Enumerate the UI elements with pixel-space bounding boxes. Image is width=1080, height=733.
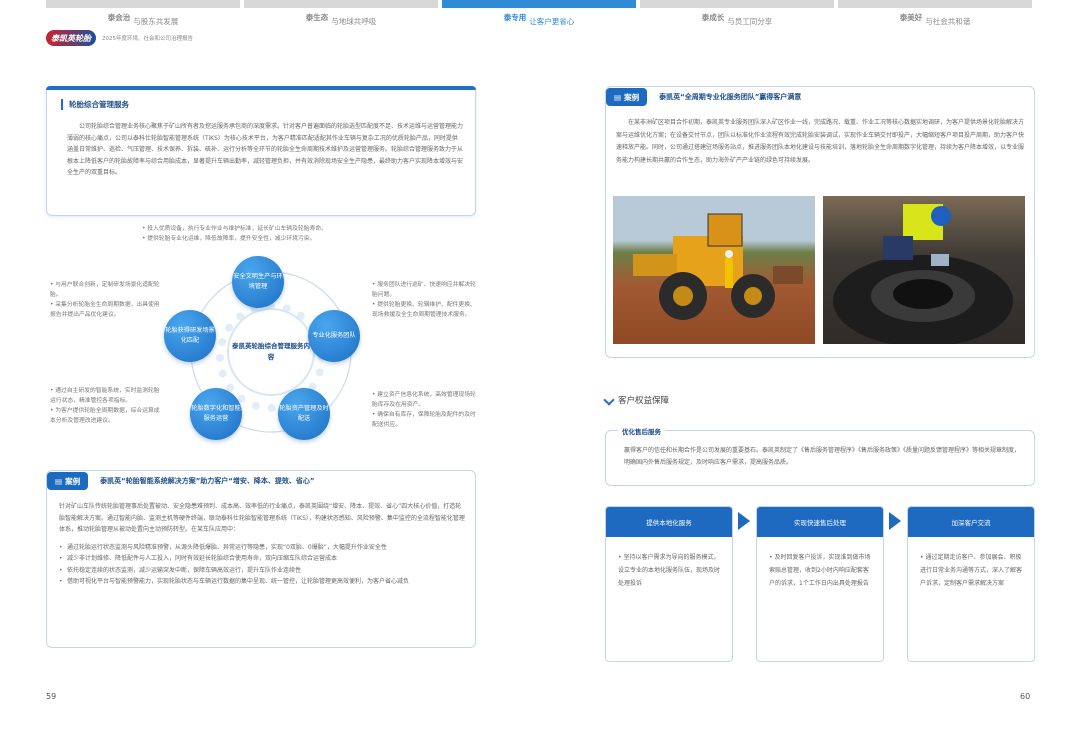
case-icon: ▤ <box>614 92 622 102</box>
page-number-right: 60 <box>1020 692 1031 701</box>
tab-text: 与股东共发展 <box>133 16 179 26</box>
case-body: 在某非洲矿区项目合作初期，泰凯英专业服务团队深入矿区作业一线，完成路况、载重、作… <box>616 119 1025 164</box>
tab-growth[interactable]: 泰成长 与员工同分享 <box>640 0 834 26</box>
page-number-left: 59 <box>46 692 57 701</box>
after-sales-box: 优化售后服务 赢得客户的信任和长期合作是公司发展的重要基石。泰凯英制定了《售后服… <box>605 426 1035 486</box>
tab-label: 泰美好 <box>899 12 923 22</box>
chevron-icon <box>603 394 615 406</box>
arrow-right-icon <box>889 512 901 530</box>
chapter-nav: 泰会治 与股东共发展 泰生态 与地球共呼吸 泰专用 让客户更省心 泰成长 与员工同分享 … <box>46 0 1032 26</box>
after-sales-text: 赢得客户的信任和长期合作是公司发展的重要基石。泰凯英制定了《售后服务管理程序》《… <box>624 447 1021 466</box>
tab-governance[interactable]: 泰会治 与股东共发展 <box>46 0 240 26</box>
tire-illustration <box>833 204 1013 344</box>
case-icon: ▤ <box>55 476 63 486</box>
node-rnd-matching: 轮胎获得研发场景化匹配 <box>164 310 216 362</box>
node-digital-operations: 轮胎数字化和智能服务运营 <box>190 388 242 440</box>
tab-label: 泰生态 <box>305 12 329 22</box>
card-text: • 通过定期走访客户、参加展会、积极进行日常业务沟通等方式，深入了解客户诉求，定… <box>920 554 1023 587</box>
diagram-center: 泰凯英轮胎综合管理服务内容 <box>227 308 315 396</box>
tab-label: 泰专用 <box>503 12 527 22</box>
list-item: 依托稳定连续的状态监测，减少运输突发中断，保障车辆高效运行，提升车队作业连续性 <box>59 565 467 577</box>
company-logo: 泰凯英轮胎 2025年度环境、社会和公司治理报告 <box>46 30 193 46</box>
tab-text: 与社会共和谐 <box>925 16 971 26</box>
tire-management-section: 轮胎综合管理服务 公司轮胎综合管理业务核心聚焦于矿山所有者及挖运服务承包商的深度… <box>46 86 476 216</box>
case-badge: ▤ 案例 <box>606 88 648 106</box>
service-diagram: • 投入优质设备，执行专业作业与维护标准，延长矿山车辆及轮胎寿命。 • 提供轮胎… <box>46 222 476 466</box>
case-intro: 针对矿山车队传统轮胎管理事后处置被动、安全隐患难预判、成本高、效率低的行业痛点，… <box>59 503 465 533</box>
node-safety: 安全文明生产与环境管理 <box>232 256 284 308</box>
case-header: ▤ 案例 泰凯英“轮胎智能系统解决方案”助力客户“增安、降本、提效、省心” <box>47 471 475 491</box>
list-item: 通过轮胎运行状态监测与风险精准预警，从源头降低爆胎、异常运行等隐患，实现“0双胎… <box>59 542 467 554</box>
after-sales-title: 优化售后服务 <box>618 426 665 436</box>
section-text: 公司轮胎综合管理业务核心聚焦于矿山所有者及挖运服务承包商的深度需求。针对客户普遍… <box>67 123 464 176</box>
photo-mining-loader <box>613 196 815 344</box>
node-service-team: 专业化服务团队 <box>308 310 360 362</box>
node-asset-management: 轮胎资产管理及时配送 <box>278 388 330 440</box>
report-spread: 泰会治 与股东共发展 泰生态 与地球共呼吸 泰专用 让客户更省心 泰成长 与员工同分享 … <box>0 0 1080 733</box>
case-badge-label: 案例 <box>624 92 640 102</box>
case-badge: ▤ 案例 <box>47 472 89 490</box>
case-header: ▤ 案例 泰凯英“全周期专业化服务团队”赢得客户满意 <box>606 87 1034 107</box>
tab-ecology[interactable]: 泰生态 与地球共呼吸 <box>244 0 438 26</box>
arrow-right-icon <box>738 512 750 530</box>
card-text: • 及时回复客户投诉，实现谁到做市场索赔总管理，收到2小时内响应配套客户的诉求，… <box>769 554 871 587</box>
card-title: 提供本地化服务 <box>606 507 732 537</box>
case-badge-label: 案例 <box>65 476 81 486</box>
card-title: 加深客户交流 <box>908 507 1034 537</box>
tab-label: 泰会治 <box>107 12 131 22</box>
tab-text: 让客户更省心 <box>529 16 575 26</box>
photo-tire-inspection <box>823 196 1025 344</box>
section-heading: 客户权益保障 <box>603 394 670 406</box>
case-title: 泰凯英“全周期专业化服务团队”赢得客户满意 <box>659 93 802 101</box>
case-smart-system: ▤ 案例 泰凯英“轮胎智能系统解决方案”助力客户“增安、降本、提效、省心” 针对矿… <box>46 470 476 648</box>
case-title: 泰凯英“轮胎智能系统解决方案”助力客户“增安、降本、提效、省心” <box>100 477 315 485</box>
loader-illustration <box>633 213 803 320</box>
card-fast-after-sales: 实现快速售后处理 • 及时回复客户投诉，实现谁到做市场索赔总管理，收到2小时内响… <box>756 506 884 662</box>
section-title: 轮胎综合管理服务 <box>61 99 129 110</box>
case-list: 通过轮胎运行状态监测与风险精准预警，从源头降低爆胎、异常运行等隐患，实现“0双胎… <box>59 542 467 588</box>
rights-title: 客户权益保障 <box>618 396 670 406</box>
tab-text: 与员工同分享 <box>727 16 773 26</box>
report-subtitle: 2025年度环境、社会和公司治理报告 <box>102 36 193 42</box>
card-text: • 坚持以客户需求为导向的服务模式，设立专业的本地化服务队伍，现场及时处理投诉 <box>618 554 721 587</box>
tab-text: 与地球共呼吸 <box>331 16 377 26</box>
card-local-service: 提供本地化服务 • 坚持以客户需求为导向的服务模式，设立专业的本地化服务队伍，现… <box>605 506 733 662</box>
list-item: 减少非计划维修、降低配件与人工投入，同时有效延长轮胎综合使用寿命，双向压缩车队综… <box>59 553 467 565</box>
card-customer-communication: 加深客户交流 • 通过定期走访客户、参加展会、积极进行日常业务沟通等方式，深入了… <box>907 506 1035 662</box>
tab-customer[interactable]: 泰专用 让客户更省心 <box>442 0 636 26</box>
tab-society[interactable]: 泰美好 与社会共和谐 <box>838 0 1032 26</box>
case-body: 针对矿山车队传统轮胎管理事后处置被动、安全隐患难预判、成本高、效率低的行业痛点，… <box>59 501 467 588</box>
card-title: 实现快速售后处理 <box>757 507 883 537</box>
list-item: 借助可视化平台与智能预警能力，实现轮胎状态与车辆运行数据的集中呈现、统一管控，让… <box>59 576 467 588</box>
tab-label: 泰成长 <box>701 12 725 22</box>
logo-mark: 泰凯英轮胎 <box>46 30 96 46</box>
